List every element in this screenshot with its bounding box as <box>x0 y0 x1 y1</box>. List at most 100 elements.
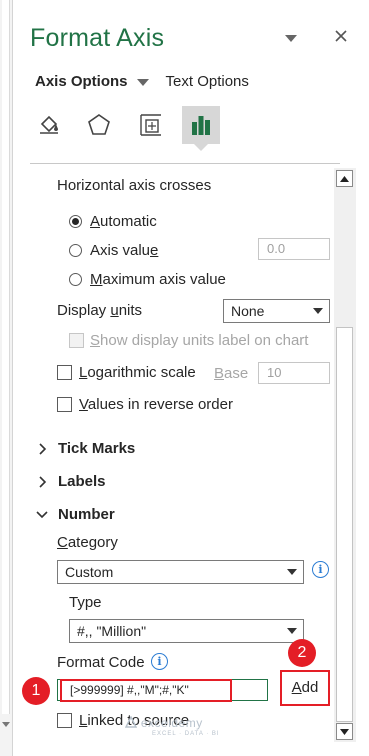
tab-fill-line[interactable] <box>30 106 68 144</box>
log-base-label: Base <box>214 365 248 382</box>
label-text: alues in reverse order <box>87 396 233 413</box>
section-number-label: Number <box>58 506 115 523</box>
radio-axis-value-label: Axis value <box>90 242 158 259</box>
label-text: ase <box>224 365 249 382</box>
log-base-input[interactable]: 10 <box>258 362 330 384</box>
mnemonic: u <box>110 302 119 319</box>
category-select[interactable]: Custom <box>57 560 304 584</box>
chevron-right-icon <box>39 442 47 455</box>
mnemonic: A <box>291 679 302 696</box>
scroll-up-button[interactable] <box>336 170 353 187</box>
chevron-right-icon <box>39 475 47 488</box>
radio-axis-value[interactable]: Axis value <box>69 242 158 259</box>
size-properties-icon <box>140 114 161 136</box>
log-scale-row: Logarithmic scale <box>57 364 196 381</box>
label-text: aximum axis value <box>102 271 226 288</box>
radio-maximum-axis-value[interactable]: Maximum axis value <box>69 271 226 288</box>
label-text: nits <box>118 302 143 319</box>
label-text: Axis valu <box>90 242 151 259</box>
mnemonic: C <box>57 534 68 551</box>
section-labels-label: Labels <box>58 473 106 490</box>
section-number[interactable]: Number <box>36 506 115 523</box>
exceldemy-logo-icon <box>124 715 138 728</box>
tab-axis-options[interactable]: Axis Options <box>35 73 128 90</box>
divider <box>30 163 340 164</box>
show-units-label-checkbox[interactable] <box>69 333 84 348</box>
tab-effects[interactable] <box>80 106 118 144</box>
add-button[interactable]: Add <box>280 670 330 706</box>
label-text: ategory <box>67 534 118 551</box>
reverse-order-checkbox[interactable] <box>57 397 72 412</box>
mnemonic: S <box>90 332 101 349</box>
format-code-info-icon[interactable]: i <box>151 653 168 670</box>
linked-to-source-checkbox[interactable] <box>57 713 72 728</box>
section-tick-marks[interactable]: Tick Marks <box>38 440 135 457</box>
dropdown-caret-icon <box>287 569 297 575</box>
mnemonic: e <box>150 242 159 259</box>
mnemonic: B <box>214 365 225 382</box>
triangle-down-icon <box>340 728 349 735</box>
tab-bar: Axis Options Text Options <box>35 73 249 90</box>
panel-title: Format Axis <box>30 24 165 52</box>
callout-1: 1 <box>22 677 50 705</box>
watermark-name: exceldemy <box>140 716 203 730</box>
type-value: #,, "Million" <box>77 623 147 639</box>
format-code-input[interactable]: [>999999] #,,"M";#,"K" <box>60 679 232 702</box>
log-scale-checkbox[interactable] <box>57 365 72 380</box>
mnemonic: V <box>79 396 88 413</box>
fill-line-icon <box>40 115 58 134</box>
reverse-order-label: Values in reverse order <box>79 396 233 413</box>
label-text: Display <box>57 302 111 319</box>
radio-button[interactable] <box>69 215 82 228</box>
left-scrollbar[interactable] <box>0 0 13 756</box>
tab-axis-options-icon[interactable] <box>182 106 220 144</box>
chevron-down-icon <box>36 510 48 518</box>
tab-text-options[interactable]: Text Options <box>166 73 249 90</box>
label-text: ogarithmic scale <box>87 364 196 381</box>
label-text: utomatic <box>100 213 157 230</box>
dropdown-caret-icon <box>287 628 297 634</box>
left-scrollbar-thumb[interactable] <box>2 0 10 714</box>
axis-crosses-heading: Horizontal axis crosses <box>57 177 212 194</box>
section-labels[interactable]: Labels <box>38 473 106 490</box>
triangle-up-icon <box>340 175 349 182</box>
callout-2: 2 <box>288 639 316 667</box>
category-info-icon[interactable]: i <box>312 561 329 578</box>
section-tick-marks-label: Tick Marks <box>58 440 136 457</box>
axis-value-input[interactable]: 0.0 <box>258 238 330 260</box>
label-text: how display units label on chart <box>100 332 309 349</box>
axis-options-bar-chart-icon <box>192 116 210 135</box>
close-icon <box>335 30 347 42</box>
radio-selected-dot <box>72 218 79 225</box>
panel-scrollbar[interactable] <box>334 168 356 742</box>
type-label: Type <box>69 594 102 611</box>
close-button[interactable] <box>334 29 348 48</box>
reverse-order-row: Values in reverse order <box>57 396 233 413</box>
chevron-down-icon <box>285 35 297 42</box>
category-label: Category <box>57 534 118 551</box>
effects-pentagon-icon <box>88 114 110 135</box>
radio-automatic[interactable]: Automatic <box>69 213 157 230</box>
watermark-logo: exceldemy <box>124 715 203 730</box>
format-code-label: Format Code <box>57 654 145 671</box>
display-units-label: Display units <box>57 302 142 319</box>
display-units-select[interactable]: None <box>223 299 330 323</box>
show-display-units-checkbox-row: Show display units label on chart <box>69 332 308 349</box>
active-tab-pointer <box>194 144 208 151</box>
category-value: Custom <box>65 564 114 580</box>
type-select[interactable]: #,, "Million" <box>69 619 304 643</box>
display-units-value: None <box>231 303 265 319</box>
scroll-down-button[interactable] <box>336 723 353 740</box>
mnemonic: M <box>90 271 103 288</box>
radio-button[interactable] <box>69 244 82 257</box>
dropdown-caret-icon <box>313 308 323 314</box>
panel-options-button[interactable] <box>284 30 298 48</box>
tab-size-properties[interactable] <box>132 106 170 144</box>
label-text: dd <box>301 679 319 696</box>
left-scroll-down-arrow-icon[interactable] <box>2 722 10 727</box>
log-scale-label: Logarithmic scale <box>79 364 196 381</box>
radio-button[interactable] <box>69 273 82 286</box>
chevron-down-icon[interactable] <box>136 77 150 87</box>
mnemonic: A <box>90 213 101 230</box>
scrollbar-thumb[interactable] <box>336 327 353 722</box>
